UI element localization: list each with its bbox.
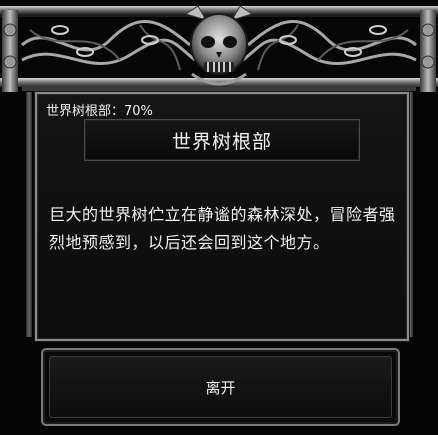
leave-button-frame: 离开 <box>41 348 400 426</box>
event-panel: 世界树根部：70% 世界树根部 巨大的世界树伫立在静谧的森林深处，冒险者强烈地预… <box>35 92 409 341</box>
frame-left-rail <box>26 92 32 337</box>
skull-ornament-icon <box>178 4 260 90</box>
leave-button-label: 离开 <box>205 378 236 397</box>
event-title: 世界树根部 <box>171 130 272 153</box>
exploration-progress: 世界树根部：70% <box>46 104 153 119</box>
title-bar: 世界树根部 <box>84 119 360 161</box>
leave-button[interactable]: 离开 <box>49 356 392 418</box>
event-description: 巨大的世界树伫立在静谧的森林深处，冒险者强烈地预感到，以后还会回到这个地方。 <box>49 205 396 252</box>
